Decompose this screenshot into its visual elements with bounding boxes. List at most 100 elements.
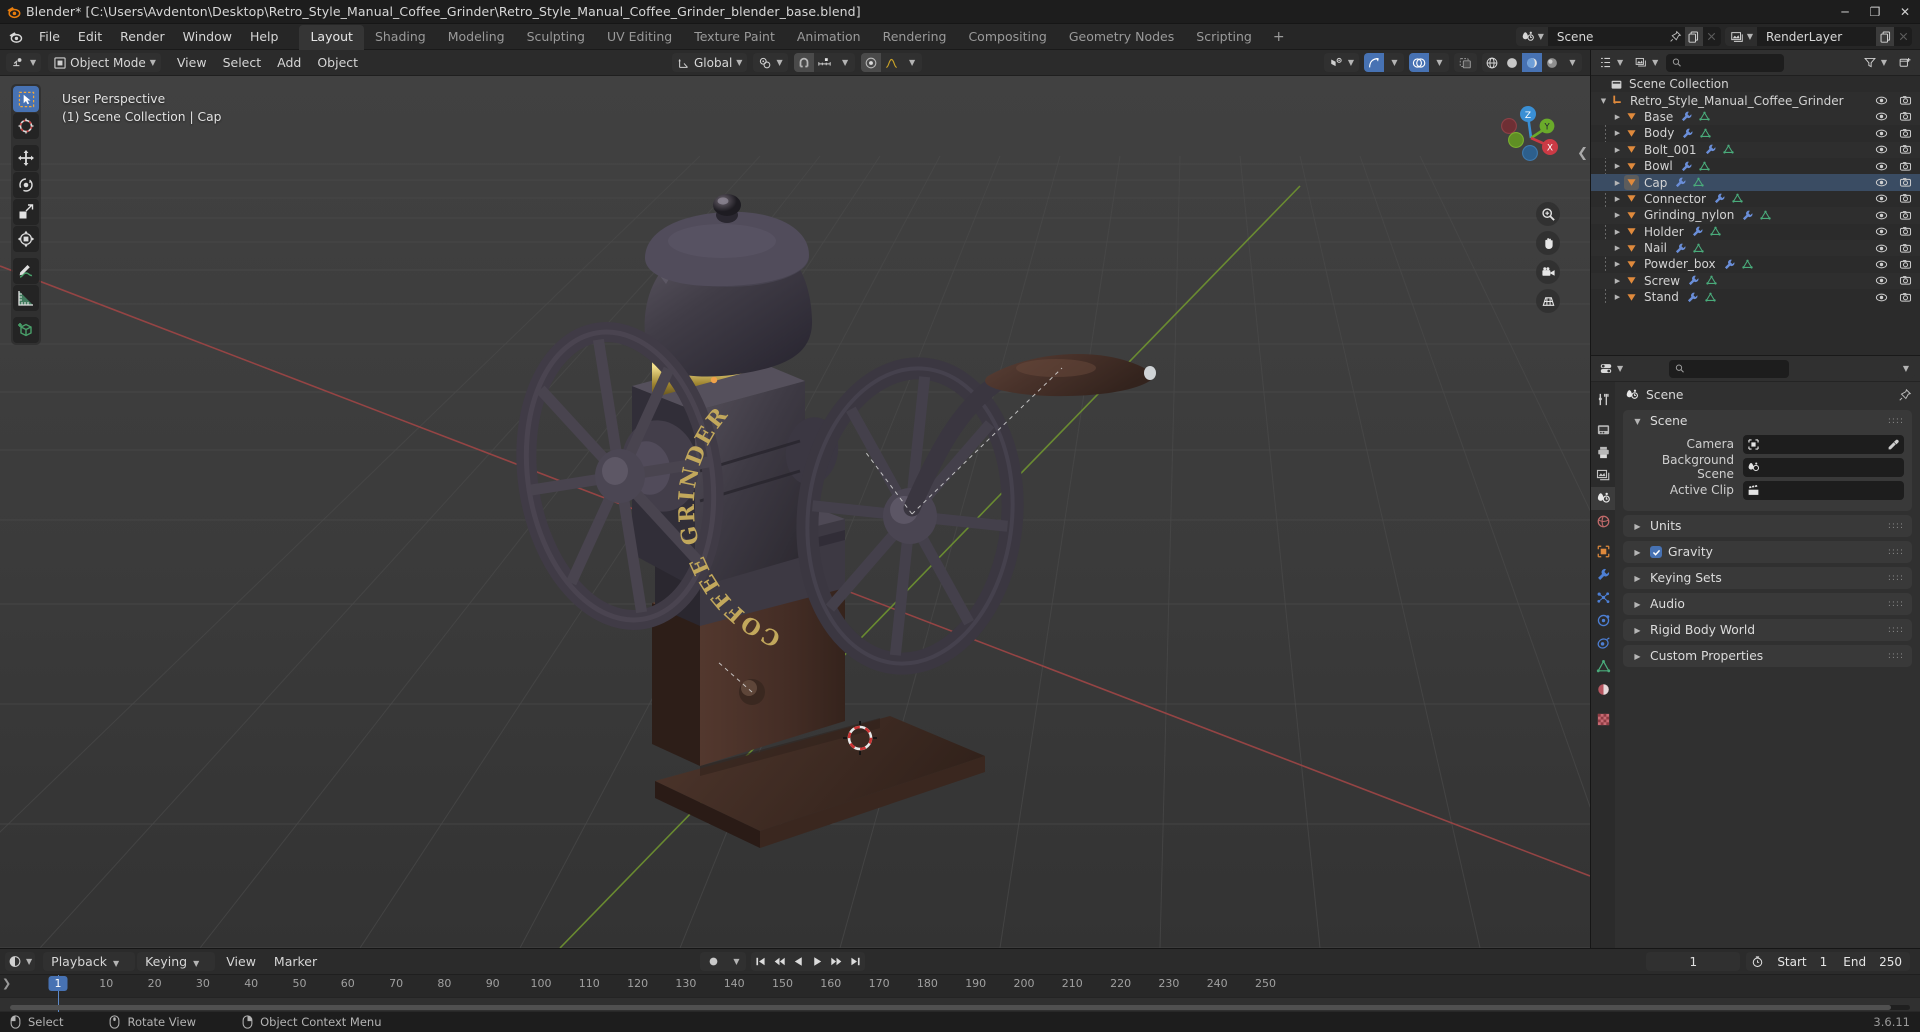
hide-in-viewport-icon[interactable] [1875,94,1888,107]
maximize-button[interactable]: ❐ [1860,0,1890,24]
overlay-chevron-icon[interactable]: ▼ [1429,53,1449,72]
properties-editor-type-selector[interactable]: ▼ [1596,359,1627,378]
collection-disclosure-icon[interactable]: ▼ [1597,97,1610,105]
properties-options-button[interactable]: ▼ [1895,359,1915,378]
hide-in-viewport-icon[interactable] [1875,258,1888,271]
panel-header[interactable]: ▶ Keying Sets:::: [1623,567,1912,589]
mesh-data-icon[interactable] [1731,192,1744,205]
frame-range-group[interactable]: Start 1 End 250 [1746,952,1910,971]
viewlayer-browse-button[interactable]: ▼ [1724,27,1758,46]
overlay-controls[interactable]: ▼ [1409,53,1449,72]
mesh-data-icon[interactable] [1704,291,1717,304]
outliner-editor-type-selector[interactable]: ▼ [1596,53,1627,72]
cursor-tool[interactable] [13,113,39,139]
disable-in-renders-icon[interactable] [1899,225,1912,238]
disable-in-renders-icon[interactable] [1899,176,1912,189]
modifier-icon[interactable] [1741,209,1754,222]
scene-selector[interactable]: ▼ Scene [1515,27,1721,46]
gizmo-chevron-icon[interactable]: ▼ [1384,53,1404,72]
outliner-object-row[interactable]: ▶ Connector [1591,191,1920,207]
workspace-tab-shading[interactable]: Shading [364,25,437,50]
solid-shading-icon[interactable] [1502,53,1522,72]
viewport-menu-add[interactable]: Add [269,52,309,73]
property-value-field[interactable] [1743,457,1904,477]
panel-header[interactable]: ▶ Gravity:::: [1623,541,1912,563]
object-data-icons[interactable] [1741,209,1772,222]
disable-in-renders-icon[interactable] [1899,258,1912,271]
gizmo-controls[interactable]: ▼ [1364,53,1404,72]
outliner-object-row[interactable]: ▶ Grinding_nylon [1591,207,1920,224]
tab-material[interactable] [1591,678,1615,701]
delete-scene-icon[interactable] [1702,27,1721,46]
tab-texture[interactable] [1591,708,1615,731]
viewport-canvas[interactable]: COFFEE GRINDER [0,76,1590,948]
object-data-icons[interactable] [1704,143,1735,156]
object-visibility-controls[interactable] [1875,258,1912,271]
outliner-object-row[interactable]: ▶ Bowl [1591,158,1920,174]
object-visibility-controls[interactable] [1875,160,1912,173]
jump-to-next-keyframe-button[interactable] [827,952,846,971]
object-visibility-controls[interactable] [1875,176,1912,189]
tab-constraints[interactable] [1591,632,1615,655]
object-visibility-controls[interactable] [1875,127,1912,140]
jump-to-start-button[interactable] [751,952,770,971]
timeline-scrollbar[interactable] [10,1005,1910,1010]
workspace-tab-texture-paint[interactable]: Texture Paint [683,25,786,50]
panel-collapse-icon[interactable]: ▶ [1631,574,1644,583]
sidebar-toggle-arrow-icon[interactable]: ❮ [1577,146,1588,161]
object-disclosure-icon[interactable]: ▶ [1611,129,1624,137]
viewport-3d[interactable]: ▼ Object Mode ▼ View Select Add Object G… [0,50,1590,948]
hide-in-viewport-icon[interactable] [1875,160,1888,173]
viewport-menu-select[interactable]: Select [215,52,270,73]
panel-expand-icon[interactable]: ▼ [1631,417,1644,426]
outliner-row-scene-collection[interactable]: Scene Collection [1591,76,1920,92]
hide-in-viewport-icon[interactable] [1875,176,1888,189]
modifier-icon[interactable] [1686,291,1699,304]
timeline-sidebar-arrow-icon[interactable]: ❯ [2,977,11,990]
hide-in-viewport-icon[interactable] [1875,110,1888,123]
object-disclosure-icon[interactable]: ▶ [1611,211,1624,219]
add-cube-tool[interactable] [13,317,39,343]
hide-in-viewport-icon[interactable] [1875,225,1888,238]
tab-scene[interactable] [1591,487,1615,510]
current-frame-field[interactable]: 1 [1646,952,1741,971]
outliner-filter-button[interactable]: ▼ [1859,53,1890,72]
menu-render[interactable]: Render [111,26,174,47]
proportional-edit-icon[interactable] [860,53,881,72]
outliner-object-row[interactable]: ▶ Base [1591,108,1920,126]
scene-panel[interactable]: ▼ Scene :::: Camera Background Scene Activ… [1623,410,1912,511]
object-data-icons[interactable] [1681,127,1712,140]
properties-panel-rigid-body-world[interactable]: ▶ Rigid Body World:::: [1623,619,1912,641]
viewport-nav-buttons[interactable] [1536,202,1560,313]
panel-checkbox[interactable] [1650,546,1662,558]
outliner-tree[interactable]: Scene Collection ▼ Retro_Style_Manual_Co… [1591,76,1920,355]
workspace-tab-rendering[interactable]: Rendering [872,25,958,50]
object-disclosure-icon[interactable]: ▶ [1611,277,1624,285]
visibility-selector[interactable]: ▼ [1323,53,1359,72]
properties-search-box[interactable] [1669,359,1790,378]
shading-chevron-icon[interactable]: ▼ [1562,53,1582,72]
object-visibility-controls[interactable] [1875,192,1912,205]
disable-in-renders-icon[interactable] [1899,242,1912,255]
pan-hand-icon[interactable] [1536,231,1560,255]
snap-options-chevron-icon[interactable]: ▼ [835,53,855,72]
properties-panel-keying-sets[interactable]: ▶ Keying Sets:::: [1623,567,1912,589]
outliner-object-row[interactable]: ▶ Powder_box [1591,256,1920,272]
workspace-tab-compositing[interactable]: Compositing [957,25,1057,50]
object-disclosure-icon[interactable]: ▶ [1611,260,1624,268]
snap-magnet-icon[interactable] [793,53,814,72]
timeline-menu-keying[interactable]: Keying ▼ [137,952,216,971]
mesh-data-icon[interactable] [1692,176,1705,189]
end-frame-field[interactable]: End 250 [1835,952,1910,971]
timeline-editor-type-selector[interactable]: ▼ [5,952,36,971]
menu-file[interactable]: File [30,26,69,47]
object-visibility-controls[interactable] [1875,110,1912,123]
toggle-perspective-icon[interactable] [1536,289,1560,313]
timeline-menu-marker[interactable]: Marker [265,951,326,972]
show-overlays-icon[interactable] [1409,53,1429,72]
falloff-curve-icon[interactable] [881,53,902,72]
material-preview-shading-icon[interactable] [1522,53,1542,72]
use-preview-range-icon[interactable] [1746,952,1770,971]
scene-panel-header[interactable]: ▼ Scene :::: [1623,410,1912,432]
workspace-tab-scripting[interactable]: Scripting [1185,25,1263,50]
